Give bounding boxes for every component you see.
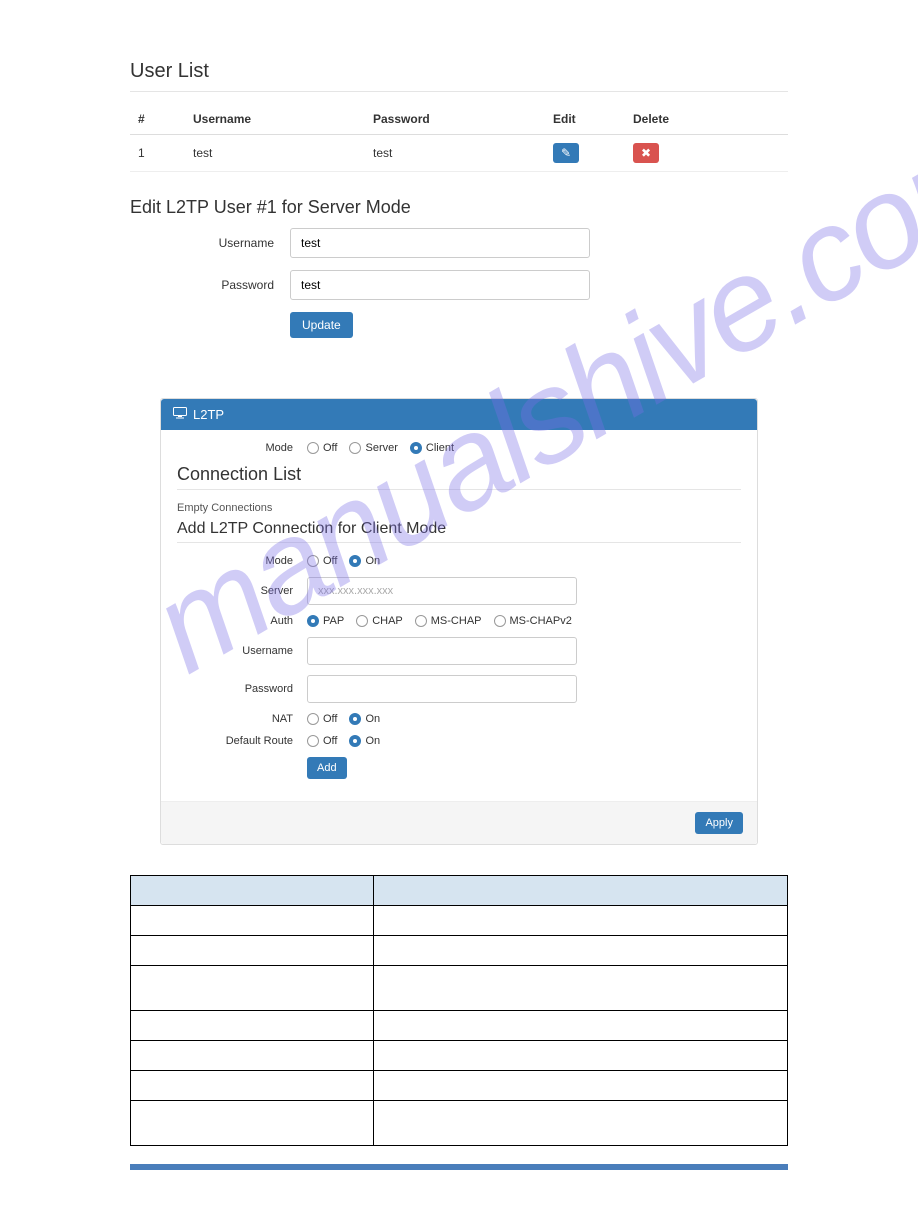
add-connection-title: Add L2TP Connection for Client Mode [177, 520, 741, 538]
radio-icon [410, 442, 422, 454]
table-row [131, 966, 788, 1011]
description-table [130, 875, 788, 1146]
radio-icon [307, 555, 319, 567]
conn-password-label: Password [177, 683, 307, 695]
username-label: Username [130, 236, 290, 250]
edit-form-title: Edit L2TP User #1 for Server Mode [130, 197, 788, 218]
connection-list-title: Connection List [177, 464, 741, 485]
password-field[interactable] [290, 270, 590, 300]
cell-username: test [185, 135, 365, 172]
username-field[interactable] [290, 228, 590, 258]
col-edit: Edit [545, 104, 625, 135]
radio-icon [307, 442, 319, 454]
user-table: # Username Password Edit Delete 1 test t… [130, 104, 788, 172]
user-list-title: User List [130, 60, 788, 83]
nat-label: NAT [177, 713, 307, 725]
radio-icon [307, 615, 319, 627]
apply-button[interactable]: Apply [695, 812, 743, 834]
radio-icon [349, 555, 361, 567]
empty-connections-text: Empty Connections [177, 502, 741, 514]
auth-mschapv2[interactable]: MS-CHAPv2 [494, 615, 572, 627]
panel-footer: Apply [161, 801, 757, 844]
radio-server[interactable]: Server [349, 442, 397, 454]
top-mode-group: Off Server Client [307, 442, 454, 454]
table-row: 1 test test ✎ ✖ [130, 135, 788, 172]
col-idx: # [130, 104, 185, 135]
route-label: Default Route [177, 735, 307, 747]
nat-on[interactable]: On [349, 713, 380, 725]
radio-icon [349, 713, 361, 725]
table-row [131, 1041, 788, 1071]
col-username: Username [185, 104, 365, 135]
conn-mode-on[interactable]: On [349, 555, 380, 567]
col-password: Password [365, 104, 545, 135]
radio-off[interactable]: Off [307, 442, 337, 454]
conn-username-field[interactable] [307, 637, 577, 665]
update-button[interactable]: Update [290, 312, 353, 338]
radio-icon [349, 442, 361, 454]
table-row [131, 936, 788, 966]
edit-button[interactable]: ✎ [553, 143, 579, 163]
conn-password-field[interactable] [307, 675, 577, 703]
server-label: Server [177, 585, 307, 597]
auth-chap[interactable]: CHAP [356, 615, 403, 627]
radio-icon [307, 713, 319, 725]
route-off[interactable]: Off [307, 735, 337, 747]
conn-mode-label: Mode [177, 555, 307, 567]
password-label: Password [130, 278, 290, 292]
divider [130, 91, 788, 92]
radio-icon [356, 615, 368, 627]
conn-username-label: Username [177, 645, 307, 657]
table-row [131, 1011, 788, 1041]
col-delete: Delete [625, 104, 788, 135]
radio-icon [494, 615, 506, 627]
table-row [131, 1071, 788, 1101]
panel-header: L2TP [161, 399, 757, 430]
cell-password: test [365, 135, 545, 172]
cell-idx: 1 [130, 135, 185, 172]
divider [177, 542, 741, 543]
add-button[interactable]: Add [307, 757, 347, 779]
route-on[interactable]: On [349, 735, 380, 747]
top-mode-label: Mode [177, 442, 307, 454]
divider [177, 489, 741, 490]
panel-title: L2TP [193, 407, 224, 422]
radio-icon [349, 735, 361, 747]
table-row [131, 1101, 788, 1146]
footer-bar [130, 1164, 788, 1170]
radio-client[interactable]: Client [410, 442, 454, 454]
radio-icon [415, 615, 427, 627]
user-list-section: User List # Username Password Edit Delet… [130, 60, 788, 172]
radio-icon [307, 735, 319, 747]
delete-button[interactable]: ✖ [633, 143, 659, 163]
server-field[interactable] [307, 577, 577, 605]
table-row [131, 906, 788, 936]
auth-label: Auth [177, 615, 307, 627]
l2tp-panel: L2TP Mode Off Server Client Connection L… [160, 398, 758, 845]
conn-mode-off[interactable]: Off [307, 555, 337, 567]
auth-pap[interactable]: PAP [307, 615, 344, 627]
monitor-icon [173, 407, 187, 422]
nat-off[interactable]: Off [307, 713, 337, 725]
close-icon: ✖ [641, 146, 651, 160]
auth-mschap[interactable]: MS-CHAP [415, 615, 482, 627]
edit-icon: ✎ [561, 146, 571, 160]
edit-user-section: Edit L2TP User #1 for Server Mode Userna… [130, 197, 788, 338]
